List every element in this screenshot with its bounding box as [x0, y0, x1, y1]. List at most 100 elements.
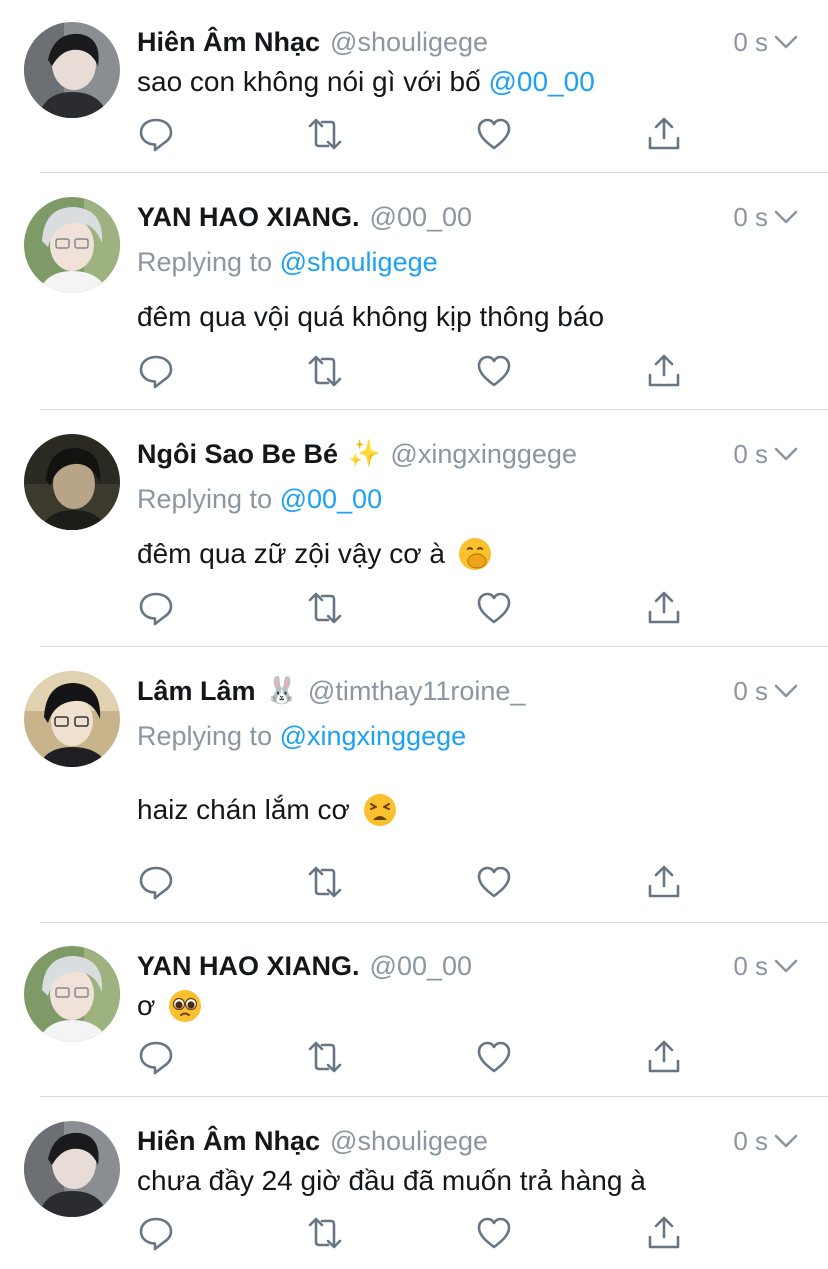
handle[interactable]: @shouligege — [330, 1126, 488, 1157]
tweet-text: ơ — [137, 986, 203, 1026]
avatar[interactable] — [24, 197, 120, 293]
timestamp: 0 s — [733, 1126, 768, 1156]
timestamp: 0 s — [733, 27, 768, 57]
tweet[interactable]: Hiên Âm Nhạc @shouligege 0 s chưa đầy 24… — [0, 1121, 828, 1269]
display-name[interactable]: Ngôi Sao Be Bé — [137, 439, 338, 470]
reply-icon[interactable] — [138, 1215, 174, 1251]
rabbit-face-emoji: 🐰 — [265, 676, 298, 706]
avatar[interactable] — [24, 434, 120, 530]
tweet-header: Hiên Âm Nhạc @shouligege — [137, 1121, 488, 1161]
timestamp: 0 s — [733, 439, 768, 469]
like-icon[interactable] — [476, 353, 512, 389]
share-icon[interactable] — [646, 116, 682, 152]
retweet-icon[interactable] — [307, 864, 343, 900]
avatar[interactable] — [24, 671, 120, 767]
tweet-text: đêm qua vội quá không kịp thông báo — [137, 297, 604, 337]
tweet-header: Hiên Âm Nhạc @shouligege — [137, 22, 488, 62]
replying-label: Replying to — [137, 484, 280, 514]
tweet-text: haiz chán lắm cơ — [137, 790, 398, 830]
pleading-face-emoji — [169, 990, 202, 1022]
tweet-actions — [0, 353, 828, 389]
share-icon[interactable] — [646, 353, 682, 389]
retweet-icon[interactable] — [307, 590, 343, 626]
mention-link[interactable]: @xingxinggege — [280, 721, 467, 751]
like-icon[interactable] — [476, 590, 512, 626]
reply-icon[interactable] — [138, 116, 174, 152]
divider — [40, 922, 828, 923]
share-icon[interactable] — [646, 1039, 682, 1075]
avatar[interactable] — [24, 946, 120, 1042]
replying-to: Replying to @xingxinggege — [137, 721, 466, 752]
chevron-down-icon[interactable] — [774, 680, 798, 702]
tweet[interactable]: YAN HAO XIANG. @00_00 0 s Replying to @s… — [0, 197, 828, 409]
handle[interactable]: @shouligege — [330, 27, 488, 58]
divider — [40, 646, 828, 647]
share-icon[interactable] — [646, 590, 682, 626]
handle[interactable]: @00_00 — [370, 951, 473, 982]
reply-icon[interactable] — [138, 1039, 174, 1075]
tweet-actions — [0, 590, 828, 626]
avatar[interactable] — [24, 1121, 120, 1217]
tweet[interactable]: Ngôi Sao Be Bé ✨ @xingxinggege 0 s Reply… — [0, 434, 828, 646]
tweet-text-content: đêm qua zữ zội vậy cơ à — [137, 538, 445, 569]
tweet-actions — [0, 116, 828, 152]
mention-link[interactable]: @00_00 — [280, 484, 383, 514]
timestamp: 0 s — [733, 202, 768, 232]
tweet-text-content: chưa đầy 24 giờ đầu đã muốn trả hàng à — [137, 1165, 646, 1196]
retweet-icon[interactable] — [307, 1215, 343, 1251]
tweet[interactable]: Hiên Âm Nhạc @shouligege 0 s sao con khô… — [0, 22, 828, 172]
tweet-header: Lâm Lâm 🐰 @timthay11roine_ — [137, 671, 525, 711]
timestamp: 0 s — [733, 951, 768, 981]
avatar[interactable] — [24, 22, 120, 118]
display-name[interactable]: Hiên Âm Nhạc — [137, 27, 320, 58]
like-icon[interactable] — [476, 1215, 512, 1251]
reply-thread: Hiên Âm Nhạc @shouligege 0 s sao con khô… — [0, 0, 828, 1269]
retweet-icon[interactable] — [307, 1039, 343, 1075]
chevron-down-icon[interactable] — [774, 955, 798, 977]
like-icon[interactable] — [476, 864, 512, 900]
mention-link[interactable]: @00_00 — [488, 66, 594, 98]
divider — [40, 409, 828, 410]
tweet-text: sao con không nói gì với bố @00_00 — [137, 62, 595, 102]
mention-link[interactable]: @shouligege — [280, 247, 438, 277]
tweet-header: Ngôi Sao Be Bé ✨ @xingxinggege — [137, 434, 577, 474]
replying-label: Replying to — [137, 247, 280, 277]
handle[interactable]: @xingxinggege — [390, 439, 577, 470]
tweet-header: YAN HAO XIANG. @00_00 — [137, 946, 472, 986]
share-icon[interactable] — [646, 864, 682, 900]
chevron-down-icon[interactable] — [774, 1130, 798, 1152]
share-icon[interactable] — [646, 1215, 682, 1251]
display-name[interactable]: YAN HAO XIANG. — [137, 202, 360, 233]
tweet-actions — [0, 1039, 828, 1075]
tweet[interactable]: YAN HAO XIANG. @00_00 0 s ơ — [0, 946, 828, 1096]
timestamp: 0 s — [733, 676, 768, 706]
reply-icon[interactable] — [138, 353, 174, 389]
display-name[interactable]: Hiên Âm Nhạc — [137, 1126, 320, 1157]
replying-to: Replying to @shouligege — [137, 247, 438, 278]
handle[interactable]: @timthay11roine_ — [308, 676, 526, 707]
sparkles-emoji: ✨ — [348, 439, 381, 469]
like-icon[interactable] — [476, 116, 512, 152]
reply-icon[interactable] — [138, 864, 174, 900]
display-name[interactable]: YAN HAO XIANG. — [137, 951, 360, 982]
like-icon[interactable] — [476, 1039, 512, 1075]
chevron-down-icon[interactable] — [774, 31, 798, 53]
reply-icon[interactable] — [138, 590, 174, 626]
retweet-icon[interactable] — [307, 116, 343, 152]
chevron-down-icon[interactable] — [774, 443, 798, 465]
tweet-actions — [0, 864, 828, 900]
replying-label: Replying to — [137, 721, 280, 751]
tweet[interactable]: Lâm Lâm 🐰 @timthay11roine_ 0 s Replying … — [0, 671, 828, 922]
chevron-down-icon[interactable] — [774, 206, 798, 228]
tweet-header: YAN HAO XIANG. @00_00 — [137, 197, 472, 237]
divider — [40, 172, 828, 173]
divider — [40, 1096, 828, 1097]
tweet-text: đêm qua zữ zội vậy cơ à — [137, 534, 493, 574]
display-name[interactable]: Lâm Lâm — [137, 676, 256, 707]
handle[interactable]: @00_00 — [370, 202, 473, 233]
tweet-text-content: sao con không nói gì với bố — [137, 66, 489, 97]
retweet-icon[interactable] — [307, 353, 343, 389]
tweet-text-content: haiz chán lắm cơ — [137, 794, 350, 825]
tweet-text: chưa đầy 24 giờ đầu đã muốn trả hàng à — [137, 1161, 646, 1201]
replying-to: Replying to @00_00 — [137, 484, 382, 515]
